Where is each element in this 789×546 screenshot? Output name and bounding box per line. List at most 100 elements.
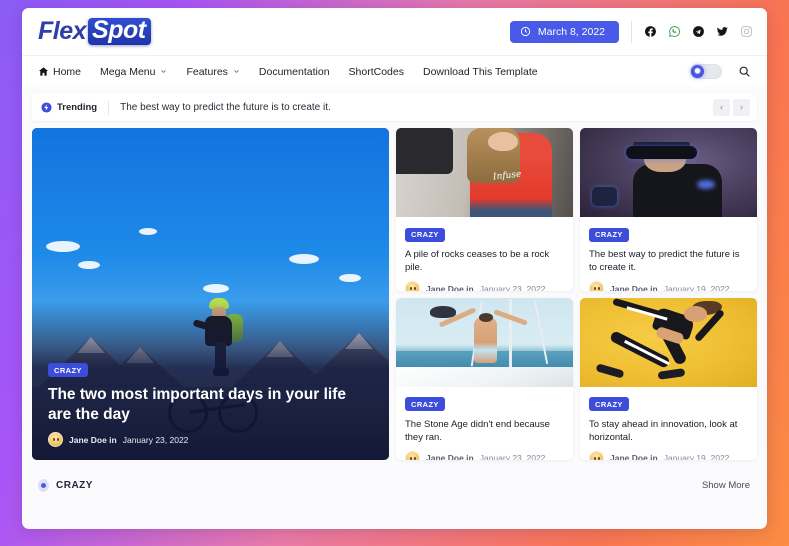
author-avatar: [405, 450, 420, 460]
post-category-badge[interactable]: CRAZY: [589, 227, 629, 242]
chevron-down-icon: [161, 70, 167, 73]
post-card[interactable]: Infuse CRAZY A pile of rocks ceases to b…: [396, 128, 573, 291]
post-card-image: [396, 297, 573, 387]
nav-item-download-template[interactable]: Download This Template: [423, 66, 538, 78]
post-card-title[interactable]: The Stone Age didn't end because they ra…: [405, 418, 564, 444]
nav-label: Documentation: [258, 65, 330, 78]
post-category-badge[interactable]: CRAZY: [405, 397, 445, 411]
featured-post-card[interactable]: CRAZY The two most important days in you…: [32, 128, 389, 460]
social-links: [644, 25, 753, 38]
author-avatar: [589, 281, 604, 291]
post-card-title[interactable]: To stay ahead in innovation, look at hor…: [589, 418, 748, 444]
post-card-body: CRAZY A pile of rocks ceases to be a roc…: [396, 217, 573, 291]
post-date[interactable]: January 19, 2022: [664, 284, 730, 291]
category-bar: CRAZY Show More: [32, 469, 757, 501]
search-icon[interactable]: [738, 65, 751, 78]
post-card-body: CRAZY The Stone Age didn't end because t…: [396, 387, 573, 460]
bolt-icon: [41, 102, 52, 113]
chevron-down-icon: [234, 70, 239, 73]
whatsapp-icon[interactable]: [668, 25, 681, 38]
author-name[interactable]: Jane Doe in: [426, 284, 474, 291]
category-dot-icon: [38, 478, 49, 492]
post-card-image: [580, 128, 757, 217]
trending-headline[interactable]: The best way to predict the future is to…: [120, 102, 331, 113]
author-avatar: [589, 450, 604, 460]
twitter-icon[interactable]: [716, 25, 729, 38]
featured-post-title[interactable]: The two most important days in your life…: [48, 385, 373, 424]
logo-text-primary: Flex: [38, 17, 87, 45]
nav-item-documentation[interactable]: Documentation: [259, 66, 330, 78]
nav-item-shortcodes[interactable]: ShortCodes: [349, 66, 404, 78]
side-row-bottom: CRAZY The Stone Age didn't end because t…: [396, 297, 757, 460]
post-card-meta: Jane Doe in January 19, 2022: [589, 450, 748, 460]
author-avatar: [48, 432, 63, 447]
header-divider: [631, 20, 632, 43]
side-row-top: Infuse CRAZY A pile of rocks ceases to b…: [396, 128, 757, 291]
site-logo[interactable]: Flex Spot: [38, 18, 151, 45]
nav-item-features[interactable]: Features: [186, 66, 239, 78]
nav-right-group: [690, 64, 751, 79]
trending-bar: Trending The best way to predict the fut…: [32, 94, 757, 121]
posts-grid: CRAZY The two most important days in you…: [22, 121, 767, 460]
post-date[interactable]: January 23, 2022: [480, 284, 546, 291]
post-card-meta: Jane Doe in January 23, 2022: [405, 281, 564, 291]
author-name[interactable]: Jane Doe in: [426, 453, 474, 460]
nav-label: Features: [186, 65, 228, 78]
featured-text-block: CRAZY The two most important days in you…: [48, 360, 373, 447]
author-name[interactable]: Jane Doe in: [610, 453, 658, 460]
clock-icon: [520, 26, 530, 37]
post-category-badge[interactable]: CRAZY: [405, 227, 445, 242]
featured-post-meta: Jane Doe in January 23, 2022: [48, 432, 373, 447]
author-name[interactable]: Jane Doe in: [610, 284, 658, 291]
post-date[interactable]: January 19, 2022: [664, 453, 730, 460]
post-card-image: [580, 297, 757, 387]
date-badge[interactable]: March 8, 2022: [509, 20, 619, 43]
trending-next-button[interactable]: ›: [733, 99, 750, 116]
post-card[interactable]: CRAZY The best way to predict the future…: [580, 128, 757, 291]
nav-label: Home: [53, 65, 82, 78]
post-card-image: Infuse: [396, 128, 573, 217]
trending-divider: [108, 100, 110, 115]
nav-item-home[interactable]: Home: [38, 66, 81, 78]
nav-item-list: Home Mega Menu Features Documentation Sh…: [38, 66, 538, 78]
category-section: CRAZY Show More: [22, 460, 767, 501]
browser-page: Flex Spot March 8, 2022 Home Mega Menu F…: [22, 8, 767, 529]
post-card-body: CRAZY To stay ahead in innovation, look …: [580, 387, 757, 460]
dark-mode-toggle[interactable]: [690, 64, 722, 79]
post-card-title[interactable]: A pile of rocks ceases to be a rock pile…: [405, 248, 564, 274]
site-header: Flex Spot March 8, 2022: [22, 8, 767, 55]
logo-text-secondary: Spot: [88, 18, 151, 45]
date-badge-label: March 8, 2022: [537, 25, 605, 38]
header-right-group: March 8, 2022: [509, 20, 753, 43]
post-card[interactable]: CRAZY The Stone Age didn't end because t…: [396, 297, 573, 460]
show-more-link[interactable]: Show More: [702, 480, 750, 491]
instagram-icon[interactable]: [740, 25, 753, 38]
nav-label: Download This Template: [422, 65, 538, 78]
post-card-meta: Jane Doe in January 19, 2022: [589, 281, 748, 291]
trending-nav: ‹ ›: [713, 99, 750, 116]
main-navigation: Home Mega Menu Features Documentation Sh…: [22, 55, 767, 87]
author-name[interactable]: Jane Doe in: [69, 435, 117, 445]
featured-column: CRAZY The two most important days in you…: [32, 128, 389, 460]
side-column: Infuse CRAZY A pile of rocks ceases to b…: [396, 128, 757, 460]
post-date[interactable]: January 23, 2022: [123, 435, 189, 445]
trending-label: Trending: [57, 102, 98, 113]
featured-category-badge[interactable]: CRAZY: [48, 363, 88, 378]
category-label-group[interactable]: CRAZY: [38, 478, 93, 492]
post-card-title[interactable]: The best way to predict the future is to…: [589, 248, 748, 274]
author-avatar: [405, 281, 420, 291]
nav-label: Mega Menu: [100, 65, 156, 78]
telegram-icon[interactable]: [692, 25, 705, 38]
nav-label: ShortCodes: [348, 65, 404, 78]
post-card[interactable]: CRAZY To stay ahead in innovation, look …: [580, 297, 757, 460]
facebook-icon[interactable]: [644, 25, 657, 38]
nav-item-mega-menu[interactable]: Mega Menu: [100, 66, 167, 78]
category-label: CRAZY: [56, 479, 93, 491]
post-category-badge[interactable]: CRAZY: [589, 397, 629, 411]
post-card-body: CRAZY The best way to predict the future…: [580, 217, 757, 291]
trending-prev-button[interactable]: ‹: [713, 99, 730, 116]
post-card-meta: Jane Doe in January 23, 2022: [405, 450, 564, 460]
post-date[interactable]: January 23, 2022: [480, 453, 546, 460]
home-icon: [38, 67, 49, 76]
trending-label-group[interactable]: Trending: [41, 102, 97, 113]
